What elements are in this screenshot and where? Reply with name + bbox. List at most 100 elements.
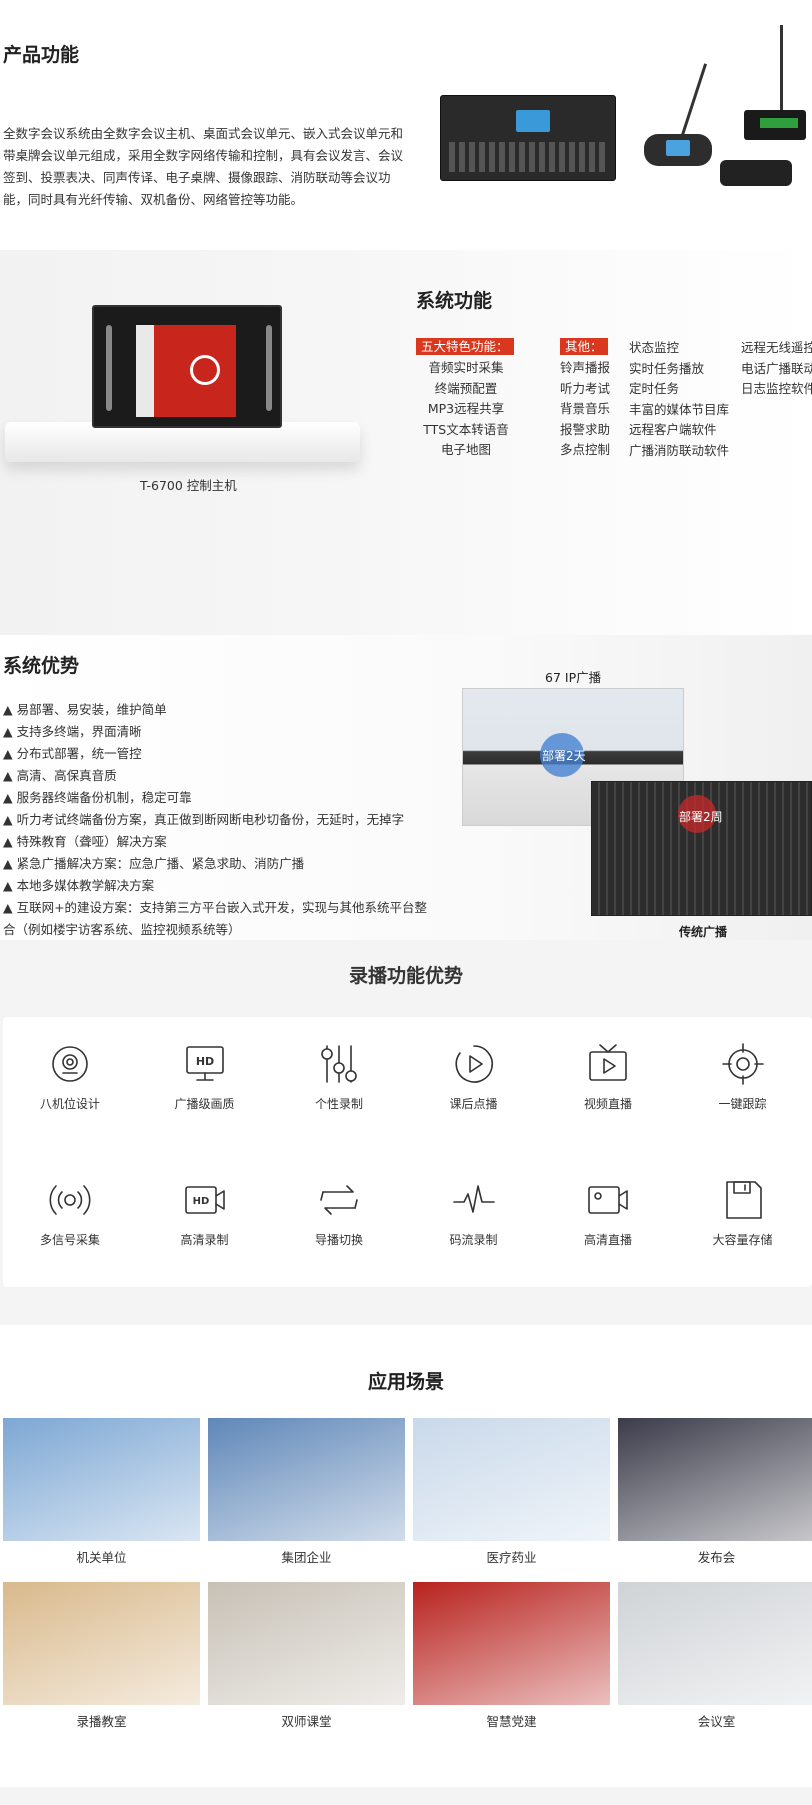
recording-feature-label: 多信号采集 [39,1233,100,1247]
scene-label: 发布会 [697,1550,736,1565]
deploy-weeks-label: 部署2周 [679,810,723,824]
switch-arrows-icon [320,1185,358,1215]
advantage-item: ▲ 分布式部署，统一管控 [3,746,142,761]
recording-feature: HD 高清录制 [138,1178,272,1248]
scene-card[interactable]: 医疗药业 [413,1418,610,1566]
others-column: 其他： 铃声播报 听力考试 背景音乐 报警求助 多点控制 [560,336,610,461]
product-function-section: 产品功能 全数字会议系统由全数字会议主机、桌面式会议单元、嵌入式会议单元和带桌牌… [0,0,812,250]
svg-text:HD: HD [195,1055,213,1068]
scene-card[interactable]: 机关单位 [3,1418,200,1566]
other-feature-item: 铃声播报 [560,360,611,375]
recording-feature: HD 广播级画质 [138,1042,272,1112]
desktop-mic-unit-image [644,60,714,166]
advantage-item: ▲ 易部署、易安装，维护简单 [3,702,167,717]
system-advantage-section: 系统优势 ▲ 易部署、易安装，维护简单 ▲ 支持多终端，界面清晰 ▲ 分布式部署，统… [0,635,812,940]
recording-feature-label: 个性录制 [314,1097,363,1111]
advantage-item: ▲ 服务器终端备份机制，稳定可靠 [3,790,192,805]
feature-item: MP3远程共享 [427,401,505,416]
recording-feature-label: 高清录制 [180,1233,229,1247]
recording-feature-card: 八机位设计 HD 广播级画质 个性录制 课后点播 视频直播 一键跟踪多信号采集 HD 高清录制 导… [3,1017,812,1287]
sliders-icon [321,1045,357,1083]
scene-card[interactable]: 双师课堂 [208,1582,405,1730]
other-feature-item: 丰富的媒体节目库 [629,401,730,417]
recording-feature-label: 码流录制 [449,1233,498,1247]
feature-item: 终端预配置 [434,380,498,396]
other-feature-item: 远程无线遥控 [741,340,812,355]
other-feature-item: 实时任务播放 [629,360,705,376]
others-column-2: 状态监控实时任务播放 定时任务丰富的媒体节目库 远程客户端软件 广播消防联动软件 [629,338,729,461]
product-function-title: 产品功能 [3,44,80,66]
recording-feature: 导播切换 [272,1178,406,1248]
scene-label: 会议室 [697,1714,736,1729]
features-highlight-label: 五大特色功能： [416,338,514,355]
recording-feature-label: 大容量存储 [712,1233,773,1247]
other-feature-item: 定时任务 [629,381,680,396]
recording-feature: 大容量存储 [676,1178,810,1248]
scene-card[interactable]: 发布会 [618,1418,812,1566]
recording-feature: 视频直播 [541,1042,675,1112]
recording-feature-label: 广播级画质 [174,1097,235,1111]
control-host-image [92,305,282,428]
system-function-section: T-6700 控制主机 系统功能 五大特色功能： 音频实时采集 终端预配置 MP3远… [0,250,812,635]
recording-feature: 多信号采集 [3,1178,137,1248]
application-scene-title: 应用场景 [367,1371,444,1393]
recording-feature-label: 课后点播 [449,1097,498,1111]
scene-card[interactable]: 集团企业 [208,1418,405,1566]
svg-text:HD: HD [192,1196,209,1207]
system-advantage-title: 系统优势 [3,655,80,677]
feature-item: 电子地图 [440,442,491,457]
scene-card[interactable]: 录播教室 [3,1582,200,1730]
other-feature-item: 日志监控软件 [741,381,812,396]
others-column-3: 远程无线遥控 电话广播联动 日志监控软件 [741,338,812,400]
display-shelf [5,422,360,462]
waveform-icon [452,1185,495,1213]
recording-feature-label: 导播切换 [314,1233,363,1247]
footer-strip [0,1787,812,1805]
scene-label: 集团企业 [281,1550,332,1565]
recording-feature-label: 高清直播 [583,1233,632,1247]
recording-feature: 个性录制 [272,1042,406,1112]
advantage-list: ▲ 易部署、易安装，维护简单 ▲ 支持多终端，界面清晰 ▲ 分布式部署，统一管控 ▲ … [3,699,433,941]
recording-feature: 高清直播 [541,1178,675,1248]
other-feature-item: 多点控制 [560,442,611,457]
other-feature-item: 状态监控 [629,340,680,355]
traditional-broadcast-label: 传统广播 [679,925,728,939]
tv-play-icon [589,1044,627,1081]
scene-image [413,1582,610,1705]
other-feature-item: 远程客户端软件 [629,422,717,437]
play-circle-icon [455,1045,493,1083]
scene-card[interactable]: 会议室 [618,1582,812,1730]
other-feature-item: 报警求助 [560,421,611,437]
video-camera-icon [588,1186,628,1214]
advantage-item: ▲ 互联网+的建设方案：支持第三方平台嵌入式开发，实现与其他系统平台整合（例如楼… [3,900,428,937]
recording-feature-label: 八机位设计 [39,1097,100,1111]
scene-card[interactable]: 智慧党建 [413,1582,610,1730]
scene-image [208,1582,405,1705]
feature-item: 音频实时采集 [428,360,504,375]
scene-image [413,1418,610,1541]
recording-feature: 码流录制 [407,1178,541,1248]
other-feature-item: 电话广播联动 [741,360,812,376]
scene-label: 机关单位 [76,1550,127,1565]
scene-label: 双师课堂 [281,1714,332,1729]
feature-item: TTS文本转语音 [423,421,509,437]
signal-icon [49,1185,91,1215]
scene-image [208,1418,405,1541]
scene-image [3,1582,200,1705]
advantage-item: ▲ 特殊教育（聋哑）解决方案 [3,834,167,849]
recording-feature: 八机位设计 [3,1042,137,1112]
scene-image [618,1418,812,1541]
others-highlight-label: 其他： [560,338,608,355]
recording-advantage-section: 录播功能优势 八机位设计 HD 广播级画质 个性录制 课后点播 视频直播 一键跟踪 多信号采集… [0,940,812,1325]
recording-feature-label: 视频直播 [583,1097,632,1111]
feature-column: 五大特色功能： 音频实时采集 终端预配置 MP3远程共享 TTS文本转语音 电子地图 [416,336,516,461]
conference-host-image [440,95,616,181]
control-host-caption: T-6700 控制主机 [140,478,237,493]
other-feature-item: 广播消防联动软件 [629,442,730,458]
recording-feature-label: 一键跟踪 [718,1097,767,1111]
camera-position-icon [52,1046,88,1082]
advantage-item: ▲ 本地多媒体教学解决方案 [3,878,155,893]
nameplate-mic-unit-image [720,20,810,190]
recording-feature: 一键跟踪 [676,1042,810,1112]
deploy-days-label: 部署2天 [542,749,586,763]
